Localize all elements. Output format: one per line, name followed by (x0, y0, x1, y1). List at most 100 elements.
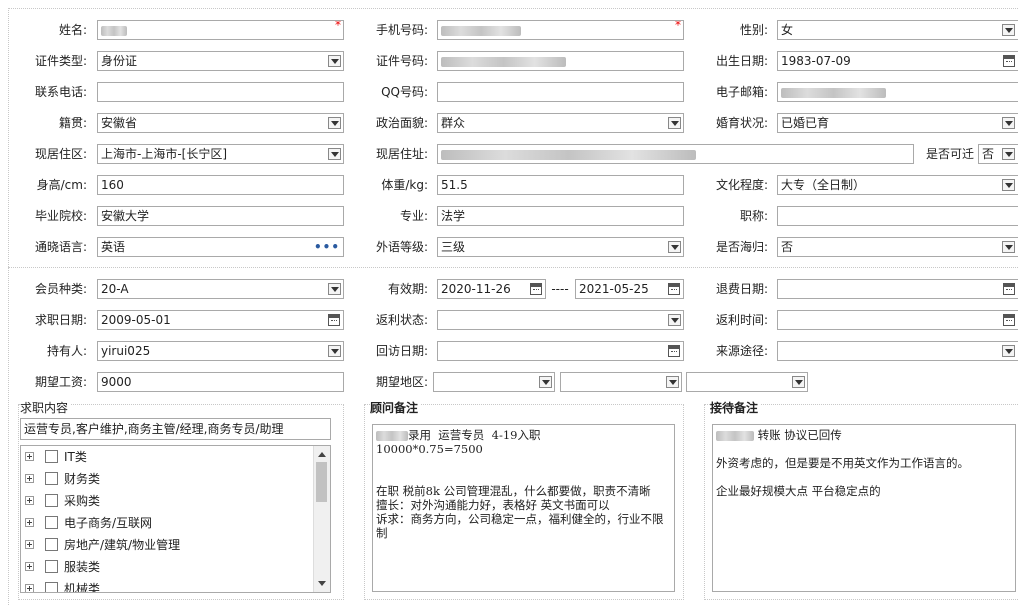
residence-area-select[interactable]: 上海市-上海市-[长宁区] (97, 144, 344, 164)
chevron-down-icon[interactable] (668, 241, 681, 253)
address-input[interactable] (437, 144, 914, 164)
redacted-text (441, 25, 521, 36)
source-label: 来源途径: (715, 344, 768, 358)
calendar-icon[interactable] (668, 345, 680, 357)
chevron-down-icon[interactable] (1002, 241, 1015, 253)
email-input[interactable] (777, 82, 1018, 102)
gender-select[interactable]: 女 (777, 20, 1018, 40)
scroll-up-icon[interactable] (318, 452, 326, 457)
calendar-icon[interactable] (530, 283, 542, 295)
language-level-select[interactable]: 三级 (437, 237, 684, 257)
chevron-down-icon[interactable] (1002, 24, 1015, 36)
checkbox[interactable] (45, 472, 58, 485)
education-select[interactable]: 大专（全日制） (777, 175, 1018, 195)
returnee-select[interactable]: 否 (777, 237, 1018, 257)
checkbox[interactable] (45, 582, 58, 592)
chevron-down-icon[interactable] (666, 376, 679, 388)
rebate-status-select[interactable] (437, 310, 684, 330)
relocate-select[interactable]: 否 (978, 144, 1018, 164)
chevron-down-icon[interactable] (792, 376, 805, 388)
chevron-down-icon[interactable] (668, 314, 681, 326)
consultant-notes-textarea[interactable]: 录用 运营专员 4-19入职 10000*0.75=7500 在职 税前8k 公司… (372, 424, 675, 592)
mobile-label: 手机号码: (375, 23, 428, 37)
marital-status-select[interactable]: 已婚已育 (777, 113, 1018, 133)
rebate-time-input[interactable] (777, 310, 1018, 330)
valid-from-input[interactable]: 2020-11-26 (437, 279, 546, 299)
birth-date-value: 1983-07-09 (781, 54, 851, 68)
calendar-icon[interactable] (328, 314, 340, 326)
expand-icon[interactable] (25, 518, 34, 527)
refund-date-label: 退费日期: (715, 282, 768, 296)
id-type-select[interactable]: 身份证 (97, 51, 344, 71)
job-date-input[interactable]: 2009-05-01 (97, 310, 344, 330)
scroll-down-icon[interactable] (318, 581, 326, 586)
source-select[interactable] (777, 341, 1018, 361)
checkbox[interactable] (45, 516, 58, 529)
phone-input[interactable] (97, 82, 344, 102)
native-place-select[interactable]: 安徽省 (97, 113, 344, 133)
mobile-input[interactable]: * (437, 20, 684, 40)
marital-status-label: 婚育状况: (715, 116, 768, 130)
member-type-select[interactable]: 20-A (97, 279, 344, 299)
tree-node-label: 机械类 (64, 582, 101, 593)
checkbox[interactable] (45, 450, 58, 463)
expand-icon[interactable] (25, 562, 34, 571)
holder-value: yirui025 (101, 344, 151, 358)
valid-to-input[interactable]: 2021-05-25 (575, 279, 684, 299)
redacted-text (781, 87, 886, 98)
chevron-down-icon[interactable] (1002, 148, 1015, 160)
expand-icon[interactable] (25, 540, 34, 549)
checkbox[interactable] (45, 538, 58, 551)
name-label: 姓名: (58, 23, 87, 37)
height-input[interactable]: 160 (97, 175, 344, 195)
checkbox[interactable] (45, 494, 58, 507)
visit-date-input[interactable] (437, 341, 684, 361)
scroll-thumb[interactable] (316, 462, 327, 502)
job-content-summary[interactable]: 运营专员,客户维护,商务主管/经理,商务专员/助理 (20, 418, 331, 440)
birth-date-input[interactable]: 1983-07-09 (777, 51, 1018, 71)
political-status-select[interactable]: 群众 (437, 113, 684, 133)
chevron-down-icon[interactable] (1002, 179, 1015, 191)
school-input[interactable]: 安徽大学 (97, 206, 344, 226)
expand-icon[interactable] (25, 452, 34, 461)
checkbox[interactable] (45, 560, 58, 573)
tree-scrollbar[interactable] (313, 446, 330, 592)
holder-select[interactable]: yirui025 (97, 341, 344, 361)
tree-node-label: 电子商务/互联网 (64, 516, 153, 530)
validity-separator: ---- (551, 282, 569, 296)
member-type-label: 会员种类: (34, 282, 87, 296)
residence-area-value: 上海市-上海市-[长宁区] (101, 147, 228, 161)
expand-icon[interactable] (25, 584, 34, 592)
chevron-down-icon[interactable] (1002, 345, 1015, 357)
chevron-down-icon[interactable] (1002, 117, 1015, 129)
language-input[interactable]: 英语 ••• (97, 237, 344, 257)
region-district-select[interactable] (686, 372, 808, 392)
reception-notes-textarea[interactable]: 转账 协议已回传 外资考虑的，但是要是不用英文作为工作语言的。 企业最好规模大点… (712, 424, 1016, 592)
region-city-select[interactable] (560, 372, 682, 392)
name-input[interactable]: * (97, 20, 344, 40)
chevron-down-icon[interactable] (668, 117, 681, 129)
qq-input[interactable] (437, 82, 684, 102)
refund-date-input[interactable] (777, 279, 1018, 299)
valid-from-value: 2020-11-26 (441, 282, 511, 296)
calendar-icon[interactable] (1003, 283, 1015, 295)
id-number-input[interactable] (437, 51, 684, 71)
more-icon[interactable]: ••• (314, 238, 340, 256)
relocate-label: 是否可迁 (925, 147, 974, 161)
calendar-icon[interactable] (1003, 55, 1015, 67)
id-number-label: 证件号码: (375, 54, 428, 68)
region-province-select[interactable] (433, 372, 555, 392)
job-date-value: 2009-05-01 (101, 313, 171, 327)
weight-input[interactable]: 51.5 (437, 175, 684, 195)
professional-title-input[interactable] (777, 206, 1018, 226)
salary-input[interactable]: 9000 (97, 372, 344, 392)
major-input[interactable]: 法学 (437, 206, 684, 226)
language-value: 英语 (101, 240, 126, 254)
calendar-icon[interactable] (668, 283, 680, 295)
relocate-value: 否 (982, 147, 995, 161)
calendar-icon[interactable] (1003, 314, 1015, 326)
expand-icon[interactable] (25, 474, 34, 483)
tree-node-label: IT类 (64, 450, 87, 464)
expand-icon[interactable] (25, 496, 34, 505)
chevron-down-icon[interactable] (539, 376, 552, 388)
